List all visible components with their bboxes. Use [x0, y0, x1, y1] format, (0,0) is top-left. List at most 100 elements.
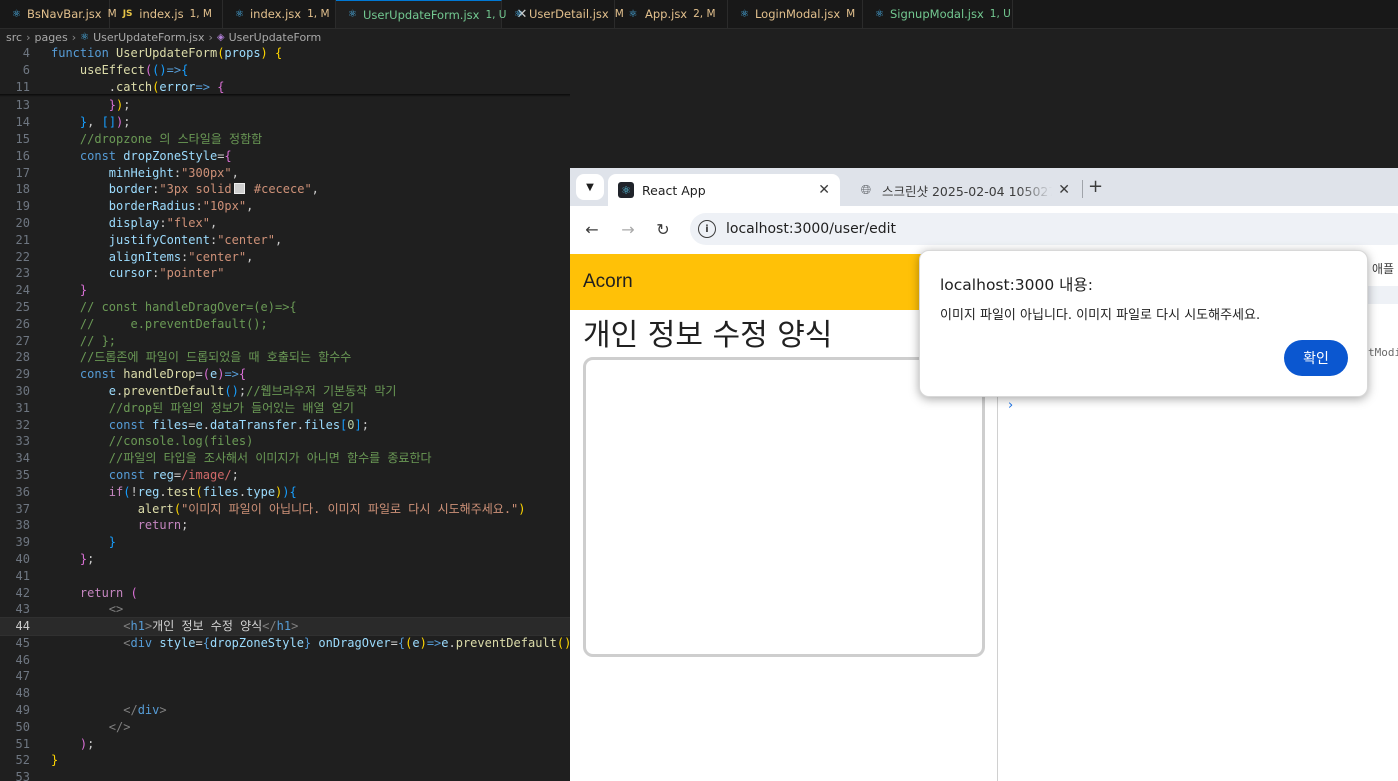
code-line[interactable]: 38 return; [0, 517, 570, 534]
code-line[interactable]: 41 [0, 568, 570, 585]
editor-tab[interactable]: ⚛ index.jsx 1, M [223, 0, 336, 28]
code-text: // }; [79, 333, 117, 348]
editor-tab[interactable]: JS index.js 1, M [110, 0, 223, 28]
breadcrumb-src[interactable]: src [6, 31, 22, 44]
alert-dialog: localhost:3000 내용: 이미지 파일이 아닙니다. 이미지 파일로… [919, 250, 1368, 397]
code-line[interactable]: 36 if(!reg.test(files.type)){ [0, 484, 570, 501]
code-line[interactable]: 14 }, []); [0, 114, 570, 131]
editor-tab[interactable]: ⚛ LoginModal.jsx M [728, 0, 863, 28]
code-line[interactable]: 52} [0, 752, 570, 769]
browser-tab-react-app[interactable]: ⚛ React App ✕ [608, 174, 840, 206]
code-line[interactable]: 31 //drop된 파일의 정보가 들어있는 배열 얻기 [0, 400, 570, 417]
code-line[interactable]: 35 const reg=/image/; [0, 467, 570, 484]
code-line[interactable]: 26 // e.preventDefault(); [0, 316, 570, 333]
line-number: 39 [15, 535, 30, 550]
code-line[interactable]: 23 cursor:"pointer" [0, 265, 570, 282]
editor-tab-status: 1, U [989, 8, 1011, 20]
code-text: }, []); [79, 115, 131, 130]
editor-tab-label: UserUpdateForm.jsx [362, 7, 480, 22]
forward-button[interactable]: → [616, 217, 640, 241]
code-line[interactable]: 48 [0, 685, 570, 702]
code-line[interactable]: 29 const handleDrop=(e)=>{ [0, 366, 570, 383]
info-icon[interactable]: i [698, 220, 716, 238]
code-line[interactable]: 20 display:"flex", [0, 215, 570, 232]
new-tab-button[interactable]: + [1088, 176, 1103, 197]
code-line[interactable]: 17 minHeight:"300px", [0, 165, 570, 182]
code-line[interactable]: 25 // const handleDragOver=(e)=>{ [0, 299, 570, 316]
editor-tab[interactable]: ⚛ UserDetail.jsx M [502, 0, 624, 28]
code-line[interactable]: 46 [0, 652, 570, 669]
code-line[interactable]: 13 }); [0, 97, 570, 114]
close-icon[interactable]: ✕ [1058, 182, 1070, 198]
code-line[interactable]: 32 const files=e.dataTransfer.files[0]; [0, 417, 570, 434]
line-number: 21 [15, 232, 30, 247]
code-line[interactable]: 43 <> [0, 601, 570, 618]
code-line[interactable]: 49 </div> [0, 702, 570, 719]
code-line[interactable]: 44 <h1>개인 정보 수정 양식</h1> [0, 617, 570, 636]
browser-tab-screenshot[interactable]: 🌐︎ 스크린샷 2025-02-04 105027.p ✕ [848, 174, 1080, 206]
chevron-down-icon: ▼ [586, 181, 594, 193]
code-line[interactable]: 15 //dropzone 의 스타일을 정함함 [0, 131, 570, 148]
console-prompt-icon[interactable]: › [1008, 398, 1013, 413]
code-line[interactable]: 22 alignItems:"center", [0, 249, 570, 266]
code-line[interactable]: 6 useEffect(()=>{ [0, 62, 570, 79]
tab-search-button[interactable]: ▼ [576, 174, 604, 200]
code-line[interactable]: 45 <div style={dropZoneStyle} onDragOver… [0, 635, 570, 652]
editor-tab[interactable]: ⚛ BsNavBar.jsx M [0, 0, 117, 28]
editor-tab-status: M [846, 8, 856, 20]
editor-tab[interactable]: ⚛ UserUpdateForm.jsx 1, U ✕ [336, 0, 527, 28]
breadcrumb-pages[interactable]: pages [34, 31, 67, 44]
drop-zone[interactable] [583, 357, 985, 657]
ok-button[interactable]: 확인 [1284, 340, 1348, 376]
code-line[interactable]: 34 //파일의 타입을 조사해서 이미지가 아니면 함수를 종료한다 [0, 450, 570, 467]
editor-tab-label: BsNavBar.jsx [26, 7, 102, 21]
code-line[interactable]: 53 [0, 769, 570, 781]
code-line[interactable]: 30 e.preventDefault();//웹브라우저 기본동작 막기 [0, 383, 570, 400]
code-line[interactable]: 21 justifyContent:"center", [0, 232, 570, 249]
code-line[interactable]: 39 } [0, 534, 570, 551]
code-text: //드롭존에 파일이 드롭되었을 때 호출되는 함수수 [79, 350, 352, 365]
editor-tab[interactable]: ⚛ App.jsx 2, M [615, 0, 728, 28]
close-icon[interactable]: ✕ [818, 182, 830, 198]
code-text: const files=e.dataTransfer.files[0]; [108, 417, 369, 432]
code-line[interactable]: 42 return ( [0, 585, 570, 602]
code-text: // const handleDragOver=(e)=>{ [79, 299, 297, 314]
code-line[interactable]: 11 .catch(error=> { [0, 79, 570, 96]
code-text: const dropZoneStyle={ [79, 148, 232, 163]
code-line[interactable]: 40 }; [0, 551, 570, 568]
line-number: 11 [15, 79, 30, 94]
code-line[interactable]: 37 alert("이미지 파일이 아닙니다. 이미지 파일로 다시 시도해주세… [0, 501, 570, 518]
line-number: 4 [22, 46, 30, 60]
code-text: //파일의 타입을 조사해서 이미지가 아니면 함수를 종료한다 [108, 451, 432, 466]
code-text: useEffect(()=>{ [79, 62, 189, 77]
editor-tab[interactable]: ⚛ SignupModal.jsx 1, U [863, 0, 1013, 28]
code-line[interactable]: 24 } [0, 282, 570, 299]
address-bar[interactable]: i localhost:3000/user/edit [690, 213, 1398, 245]
code-text: if(!reg.test(files.type)){ [108, 484, 297, 499]
alert-title: localhost:3000 내용: [940, 276, 1093, 294]
line-number: 35 [15, 467, 30, 482]
line-number: 49 [15, 703, 30, 718]
line-number: 13 [15, 98, 30, 113]
navbar-brand[interactable]: Acorn [583, 271, 633, 293]
code-line[interactable]: 47 [0, 668, 570, 685]
code-editor[interactable]: 4 function UserUpdateForm(props) {6 useEf… [0, 45, 570, 781]
browser-toolbar: ← → ↻ i localhost:3000/user/edit [570, 206, 1398, 252]
code-line[interactable]: 19 borderRadius:"10px", [0, 198, 570, 215]
line-number: 38 [15, 518, 30, 533]
code-line[interactable]: 4 function UserUpdateForm(props) { [0, 45, 570, 62]
globe-icon: 🌐︎ [860, 182, 872, 198]
code-line[interactable]: 28 //드롭존에 파일이 드롭되었을 때 호출되는 함수수 [0, 349, 570, 366]
line-number: 48 [15, 686, 30, 701]
code-line[interactable]: 27 // }; [0, 333, 570, 350]
code-line[interactable]: 16 const dropZoneStyle={ [0, 148, 570, 165]
breadcrumb-file[interactable]: UserUpdateForm.jsx [93, 31, 204, 44]
back-button[interactable]: ← [580, 217, 604, 241]
code-line[interactable]: 18 border:"3px solid #cecece", [0, 181, 570, 198]
reload-button[interactable]: ↻ [651, 217, 675, 241]
code-line[interactable]: 50 </> [0, 719, 570, 736]
breadcrumb-symbol[interactable]: UserUpdateForm [229, 31, 322, 44]
code-line[interactable]: 33 //console.log(files) [0, 433, 570, 450]
browser-tab-title: React App [642, 182, 706, 198]
code-line[interactable]: 51 ); [0, 736, 570, 753]
